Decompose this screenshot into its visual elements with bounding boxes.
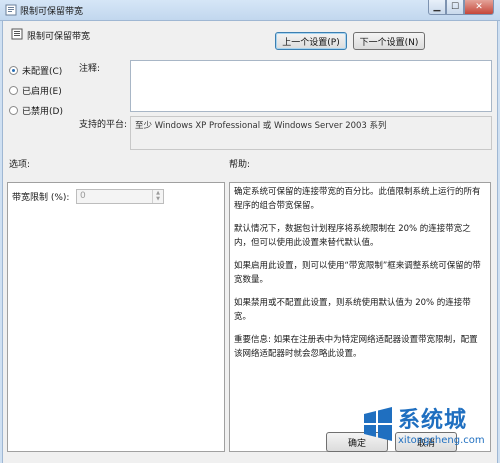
help-paragraph: 如果禁用或不配置此设置，则系统使用默认值为 20% 的连接带宽。 [234,298,471,322]
help-paragraph: 如果启用此设置，则可以使用“带宽限制”框来调整系统可保留的带宽数量。 [234,261,481,285]
comment-field[interactable] [130,60,492,112]
radio-label: 未配置(C) [22,67,63,77]
watermark-brand: 系统城 [398,408,468,433]
radio-label: 已启用(E) [22,87,62,97]
policy-icon [5,4,17,16]
previous-setting-button[interactable]: 上一个设置(P) [275,32,347,50]
platform-field: 至少 Windows XP Professional 或 Windows Ser… [130,116,492,150]
help-paragraph: 重要信息: 如果在注册表中为特定网络适配器设置带宽限制，配置该网络适配器时就会忽… [234,335,478,359]
dialog-body: 限制可保留带宽 上一个设置(P) 下一个设置(N) 未配置(C) 已启用(E) … [2,21,498,463]
spin-buttons: ▲ ▼ [152,190,163,203]
radio-not-configured[interactable]: 未配置(C) [9,64,62,77]
options-label: 选项: [9,160,31,170]
radio-indicator[interactable] [9,66,18,75]
window-title: 限制可保留带宽 [20,7,84,17]
radio-indicator[interactable] [9,86,18,95]
close-button[interactable]: ✕ [464,0,494,15]
help-paragraph: 确定系统可保留的连接带宽的百分比。此值限制系统上运行的所有程序的组合带宽保留。 [234,187,481,211]
title-bar: 限制可保留带宽 ▁ ☐ ✕ [0,0,500,21]
setting-icon [11,28,23,40]
minimize-button[interactable]: ▁ [428,0,446,15]
help-paragraph: 默认情况下，数据包计划程序将系统限制在 20% 的连接带宽之内，但可以使用此设置… [234,224,471,248]
bandwidth-label: 带宽限制 (%): [12,193,70,203]
platform-label: 支持的平台: [79,120,128,130]
comment-label: 注释: [79,64,101,74]
minimize-icon: ▁ [433,2,441,12]
maximize-button[interactable]: ☐ [446,0,464,15]
watermark: 系统城 xitongcheng.com [358,402,500,463]
help-label: 帮助: [229,160,251,170]
radio-label: 已禁用(D) [22,107,63,117]
radio-indicator[interactable] [9,106,18,115]
radio-disabled[interactable]: 已禁用(D) [9,104,63,117]
close-icon: ✕ [475,2,483,12]
help-text: 确定系统可保留的连接带宽的百分比。此值限制系统上运行的所有程序的组合带宽保留。 … [230,183,490,372]
windows-logo-icon [364,407,392,441]
platform-value: 至少 Windows XP Professional 或 Windows Ser… [135,121,387,131]
maximize-icon: ☐ [450,2,460,12]
bandwidth-spinbox[interactable]: 0 ▲ ▼ [76,189,164,204]
bandwidth-value: 0 [80,191,86,201]
radio-enabled[interactable]: 已启用(E) [9,84,62,97]
watermark-url: xitongcheng.com [398,435,485,446]
next-setting-button[interactable]: 下一个设置(N) [353,32,425,50]
spin-down-icon[interactable]: ▼ [153,196,163,202]
options-panel: 带宽限制 (%): 0 ▲ ▼ [7,182,225,452]
setting-name: 限制可保留带宽 [27,32,91,42]
